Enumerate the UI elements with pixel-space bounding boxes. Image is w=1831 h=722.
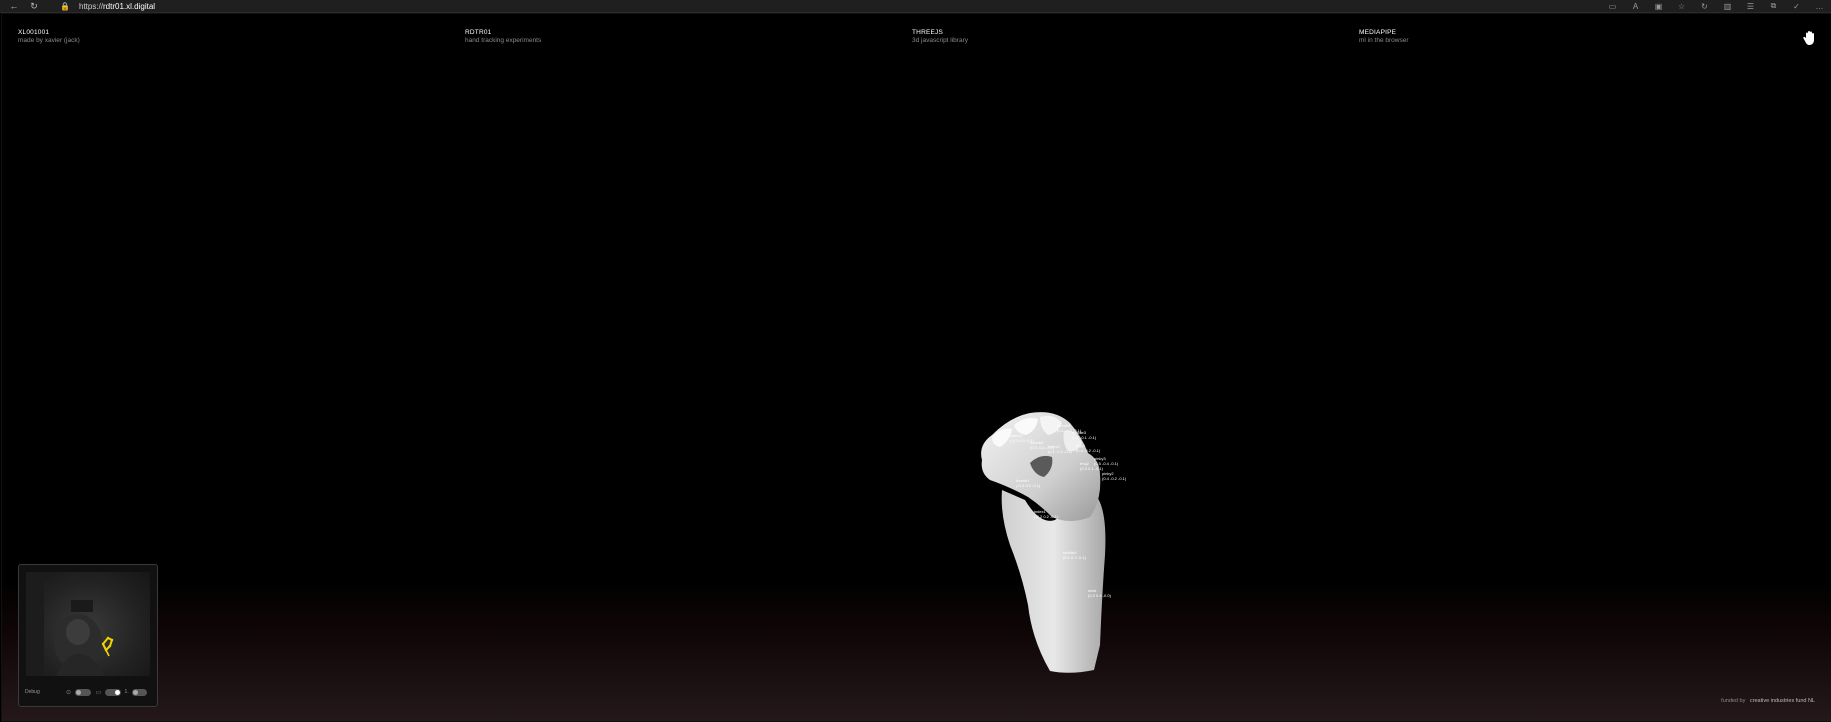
toggle-camera[interactable]	[105, 688, 121, 696]
landmark-label-wrist: wrist (0.2 0.4 -0.0)	[1088, 588, 1111, 598]
debug-controls: Debug ⊙ ▭ 1.	[25, 686, 151, 698]
footer-prefix: funded by	[1721, 698, 1746, 704]
more-menu-icon[interactable]: …	[1814, 2, 1825, 11]
landmark-vals: (-0.2 0.2 -0.1)	[1034, 514, 1059, 519]
header-col-rdtr01: RDTR01 hand tracking experiments	[465, 29, 541, 45]
back-icon[interactable]: ←	[8, 1, 20, 11]
url-prefix: https://	[79, 1, 104, 11]
header-title[interactable]: MEDIAPIPE	[1359, 29, 1409, 37]
header-title[interactable]: THREEJS	[912, 29, 968, 37]
landmark-label-ring3: ring3 (0.4 -0.2 -0.1)	[1076, 443, 1100, 453]
landmark-label-pinky2: pinky2 (0.4 -0.2 -0.1)	[1102, 471, 1126, 481]
landmark-label-index2: index2 (0.1 -0.2 -0.1)	[1048, 444, 1072, 454]
camera-icon[interactable]: ▭	[95, 689, 103, 696]
webcam-debug-panel: Debug ⊙ ▭ 1.	[18, 564, 158, 707]
debug-label: Debug	[25, 689, 40, 695]
landmark-label-middle1: middle1 (0.1 0.3 -0.1)	[1063, 550, 1086, 560]
refresh-icon[interactable]: ↻	[1699, 2, 1710, 11]
header-title[interactable]: XL001001	[18, 29, 80, 37]
footer-credit: funded by creative industries fund NL	[1721, 698, 1815, 704]
toggle-debug[interactable]	[131, 688, 147, 696]
landmark-vals: (0.1 -0.2 -0.1)	[1048, 449, 1073, 454]
debug-value: 1.	[124, 689, 129, 695]
landmark-label-index1: index1 (-0.2 0.2 -0.1)	[1034, 509, 1058, 519]
header-subtitle: made by xavier (jack)	[18, 37, 80, 44]
landmark-label-middle3: middle3 (0.2 -0.1 -0.1)	[1072, 430, 1096, 440]
header-title[interactable]: RDTR01	[465, 29, 541, 37]
landmark-vals: (0.1 0.3 -0.1)	[1063, 555, 1086, 560]
webcam-preview	[26, 572, 150, 676]
collections-icon[interactable]: ⧉	[1768, 1, 1779, 11]
toggle-landmarks[interactable]	[75, 688, 91, 696]
landmark-vals: (0.3 0.1 -0.1)	[1080, 466, 1103, 471]
webcam-image	[26, 572, 114, 676]
landmark-label-ring2: ring2 (0.3 0.1 -0.1)	[1080, 461, 1103, 471]
header-subtitle: ml in the browser	[1359, 37, 1409, 44]
split-screen-icon[interactable]: ▥	[1722, 2, 1733, 11]
favorite-star-icon[interactable]: ☆	[1676, 2, 1687, 11]
header-col-threejs: THREEJS 3d javascript library	[912, 29, 968, 45]
read-aloud-icon[interactable]: A	[1630, 2, 1641, 11]
header-subtitle: 3d javascript library	[912, 37, 968, 44]
hand-icon[interactable]	[1803, 30, 1817, 46]
landmark-vals: (0.4 -0.2 -0.1)	[1102, 476, 1127, 481]
browser-actions: ▭ A ▣ ☆ ↻ ▥ ☰ ⧉ ✓ …	[1607, 0, 1825, 12]
favorites-icon[interactable]: ☰	[1745, 2, 1756, 11]
header-col-mediapipe: MEDIAPIPE ml in the browser	[1359, 29, 1409, 45]
target-icon[interactable]: ⊙	[65, 689, 73, 696]
browser-toolbar: ← ↻ 🔒 https://rdtr01.xl.digital ▭ A ▣ ☆ …	[0, 0, 1831, 13]
extension-icon[interactable]: ▣	[1653, 2, 1664, 11]
funder-link[interactable]: creative industries fund NL	[1750, 698, 1815, 704]
landmark-vals: (0.4 -0.2 -0.1)	[1076, 448, 1101, 453]
landmark-vals: (0.2 -0.1 -0.1)	[1072, 435, 1097, 440]
url-host: rdtr01.xl.digital	[103, 1, 156, 11]
three-canvas[interactable]	[1, 13, 1831, 722]
reader-view-icon[interactable]: ▭	[1607, 2, 1618, 11]
reload-icon[interactable]: ↻	[28, 1, 40, 11]
landmark-vals: (-0.3 0.0 -0.1)	[1016, 483, 1041, 488]
address-bar[interactable]: https://rdtr01.xl.digital	[79, 2, 155, 11]
lock-icon[interactable]: 🔒	[60, 2, 70, 11]
browser-essentials-icon[interactable]: ✓	[1791, 2, 1802, 11]
landmark-vals: (0.2 0.4 -0.0)	[1088, 593, 1111, 598]
header-col-xl001001: XL001001 made by xavier (jack)	[18, 29, 80, 45]
header-subtitle: hand tracking experiments	[465, 37, 542, 44]
landmark-label-thumb1: thumb1 (-0.3 0.0 -0.1)	[1016, 478, 1040, 488]
